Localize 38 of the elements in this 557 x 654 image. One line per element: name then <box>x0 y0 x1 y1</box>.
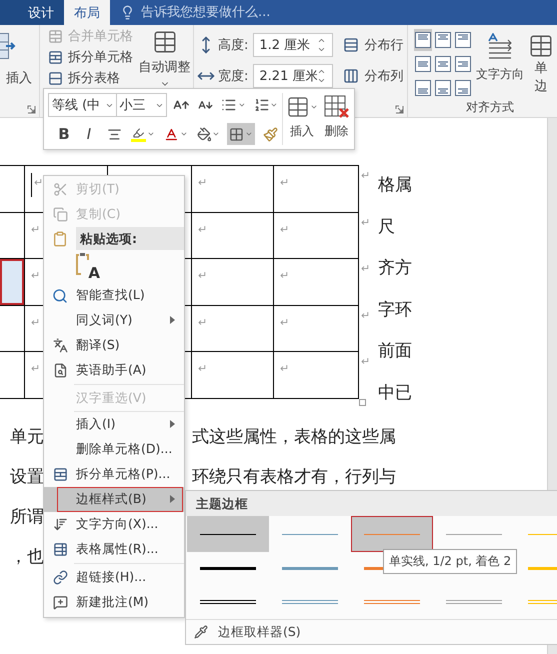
paragraph-mark: ↵ <box>198 269 208 282</box>
body-text: 尺 <box>378 216 396 238</box>
paragraph-mark: ↵ <box>361 168 372 184</box>
paragraph-mark: ↵ <box>31 362 40 376</box>
body-text: 设置 <box>10 466 44 488</box>
paragraph-mark: ↵ <box>198 362 208 376</box>
group-label: 对齐方式 <box>466 99 515 116</box>
paragraph-mark: ↵ <box>361 261 372 278</box>
body-text: 字环 <box>378 298 412 322</box>
body-text: 单元 <box>10 426 44 448</box>
body-text: 前面 <box>378 340 412 363</box>
body-text: 中已 <box>378 382 412 404</box>
body-text: 所谓 <box>10 506 44 528</box>
body-text: 格属 <box>378 174 412 197</box>
paragraph-mark: ↵ <box>198 316 208 329</box>
submenu-header: 主题边框 <box>186 491 557 516</box>
body-text: 式这些属性，表格的这些属 <box>192 426 397 448</box>
paragraph-mark: ↵ <box>280 176 290 189</box>
paragraph-mark: ↵ <box>198 222 208 236</box>
field-label: 宽度: <box>218 68 248 85</box>
tooltip: 单实线, 1/2 pt, 着色 2 <box>383 549 518 574</box>
paragraph-mark: ↵ <box>31 222 40 236</box>
menu-section-header: 粘贴选项: <box>76 227 184 250</box>
paragraph-mark: ↵ <box>280 316 290 329</box>
paragraph-mark: ↵ <box>31 269 40 282</box>
paragraph-mark: ↵ <box>280 269 290 282</box>
paragraph-mark: ↵ <box>280 362 290 376</box>
paragraph-mark: ↵ <box>361 354 372 370</box>
paragraph-mark: ↵ <box>361 308 372 324</box>
paragraph-mark: ↵ <box>361 214 372 231</box>
body-text: 齐方 <box>378 257 412 280</box>
body-text: 环绕只有表格才有，行列与 <box>192 466 397 488</box>
body-text: ，也 <box>10 546 44 568</box>
paragraph-mark: ↵ <box>280 222 290 236</box>
paragraph-mark: ↵ <box>34 176 44 189</box>
field-label: 高度: <box>218 37 248 54</box>
paragraph-mark: ↵ <box>198 176 208 189</box>
paragraph-mark: ↵ <box>31 316 40 329</box>
